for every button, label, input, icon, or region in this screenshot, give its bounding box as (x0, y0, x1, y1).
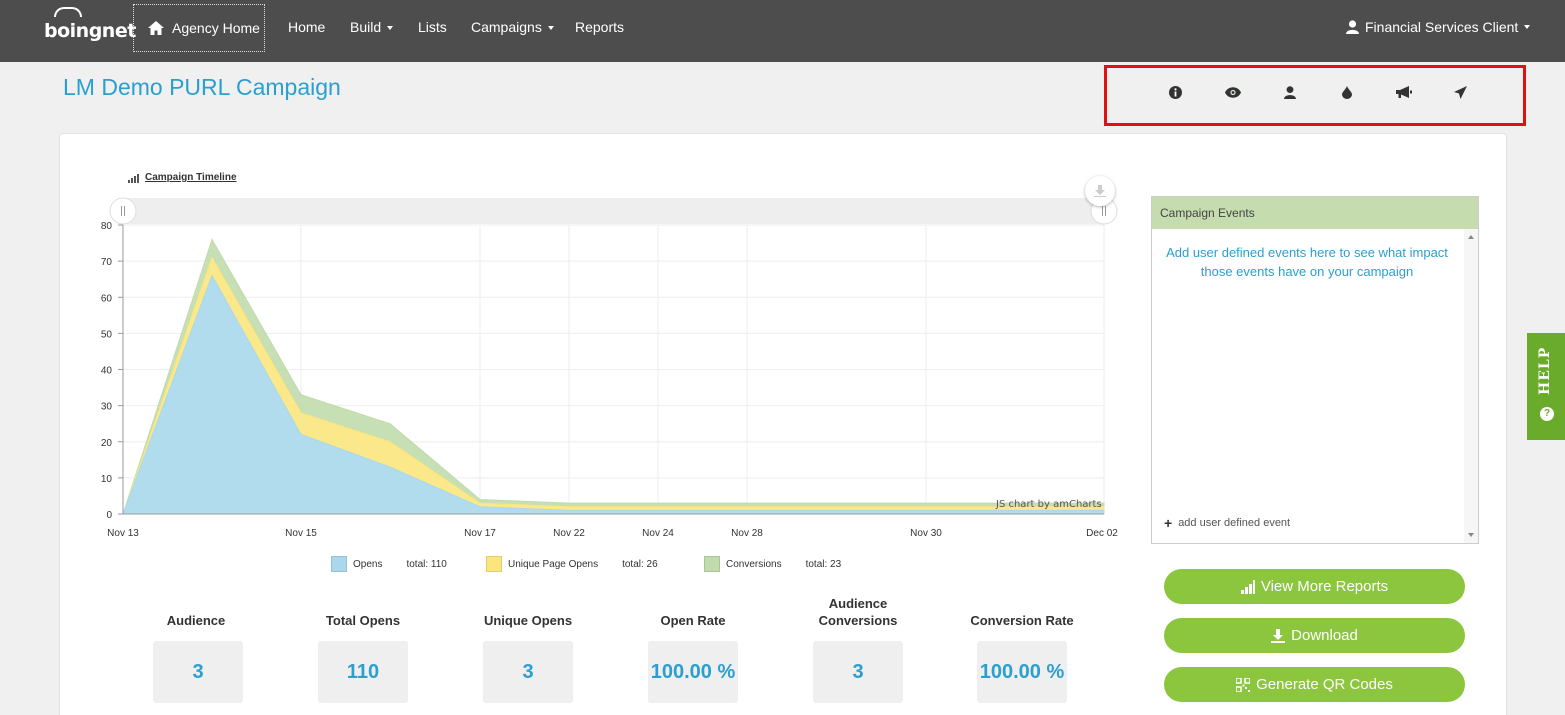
y-tick-label: 50 (101, 329, 113, 340)
y-tick-label: 70 (101, 257, 113, 268)
question-icon: ? (1540, 407, 1554, 421)
amcharts-credit[interactable]: JS chart by amCharts (996, 499, 1102, 510)
x-tick-label: Nov 15 (285, 528, 317, 539)
x-tick-label: Nov 17 (464, 528, 496, 539)
y-tick-label: 30 (101, 402, 113, 413)
qr-code-icon (1236, 677, 1251, 692)
stat-label: Audience Conversions (818, 596, 898, 628)
chart-export-button[interactable] (1085, 176, 1115, 206)
scrollbar-left-handle[interactable] (109, 197, 137, 225)
events-empty-message: Add user defined events here to see what… (1166, 245, 1448, 279)
legend-swatch (704, 556, 720, 572)
add-user-event-link[interactable]: + add user defined event (1164, 515, 1290, 531)
stat-value: 3 (813, 641, 903, 703)
help-label: HELP (1537, 346, 1553, 395)
legend-item-conversions[interactable]: Conversions total: 23 (704, 556, 841, 572)
view-more-reports-button[interactable]: View More Reports (1164, 569, 1465, 604)
events-scrollbar[interactable] (1464, 229, 1478, 543)
stat-label: Audience (166, 613, 226, 628)
y-tick-label: 10 (101, 474, 113, 485)
events-panel-title: Campaign Events (1152, 197, 1478, 229)
stat-label: Total Opens (325, 613, 401, 628)
x-tick-label: Nov 13 (107, 528, 139, 539)
stat-value: 3 (483, 641, 573, 703)
legend-total: total: 26 (622, 558, 658, 570)
stat-label: Unique Opens (483, 613, 573, 628)
y-tick-label: 0 (106, 510, 112, 521)
stat-label: Conversion Rate (970, 613, 1074, 628)
download-icon (1094, 185, 1106, 197)
legend-swatch (486, 556, 502, 572)
x-tick-label: Nov 30 (910, 528, 942, 539)
campaign-events-panel: Campaign Events Add user defined events … (1151, 196, 1479, 544)
generate-qr-codes-button[interactable]: Generate QR Codes (1164, 667, 1465, 702)
chart-scrollbar[interactable] (123, 198, 1104, 224)
y-tick-label: 20 (101, 438, 113, 449)
y-tick-label: 40 (101, 366, 113, 377)
stat-value: 100.00 % (977, 641, 1067, 703)
scroll-up-icon[interactable] (1468, 235, 1474, 239)
help-tab[interactable]: HELP ? (1527, 333, 1565, 440)
stat-value: 100.00 % (648, 641, 738, 703)
legend-item-unique-page-opens[interactable]: Unique Page Opens total: 26 (486, 556, 658, 572)
bar-chart-icon (1240, 579, 1255, 594)
scroll-down-icon[interactable] (1468, 533, 1474, 537)
stat-label: Open Rate (660, 613, 726, 628)
x-tick-label: Nov 22 (553, 528, 585, 539)
legend-item-opens[interactable]: Opens total: 110 (331, 556, 447, 572)
legend-total: total: 23 (805, 558, 842, 570)
legend-swatch (331, 556, 347, 572)
y-tick-label: 60 (101, 293, 113, 304)
legend-total: total: 110 (406, 558, 447, 570)
download-button[interactable]: Download (1164, 618, 1465, 653)
stat-value: 110 (318, 641, 408, 703)
x-tick-label: Nov 28 (731, 528, 763, 539)
y-tick-label: 80 (101, 221, 113, 232)
plus-icon: + (1164, 515, 1173, 531)
download-icon (1271, 628, 1286, 643)
stat-value: 3 (153, 641, 243, 703)
x-tick-label: Nov 24 (642, 528, 674, 539)
x-tick-label: Dec 02 (1086, 528, 1118, 539)
